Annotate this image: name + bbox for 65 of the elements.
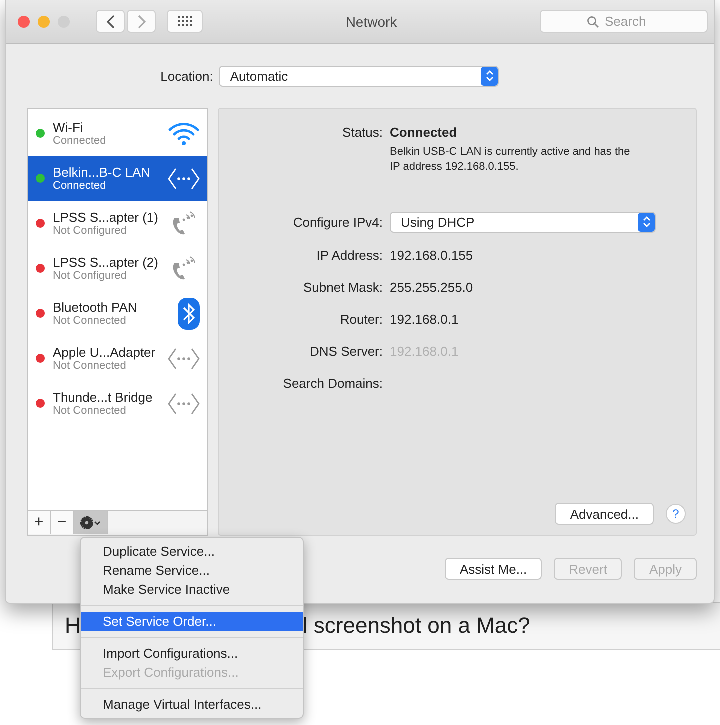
window-title: Network <box>344 14 398 30</box>
service-item[interactable]: LPSS S...apter (1) Not Configured <box>28 201 207 246</box>
advanced-button[interactable]: Advanced... <box>555 503 654 525</box>
status-label: Status: <box>342 125 383 140</box>
menu-item[interactable]: Set Service Order... <box>81 612 303 631</box>
field-label: Router: <box>339 312 383 326</box>
stepper-icon <box>638 212 655 232</box>
headline-text: l screenshot on a Mac? <box>302 613 530 639</box>
chevron-right-icon <box>136 14 146 28</box>
menu-item[interactable]: Rename Service... <box>81 561 303 580</box>
wifi-icon <box>167 120 201 146</box>
configure-select[interactable]: Using DHCP <box>390 212 656 232</box>
action-button[interactable]: Assist Me... <box>444 558 542 580</box>
service-status: Not Connected <box>53 315 128 327</box>
service-item[interactable]: Apple U...Adapter Not Connected <box>28 336 207 381</box>
help-button[interactable]: ? <box>666 504 686 524</box>
menu-item[interactable]: Import Configurations... <box>81 644 303 663</box>
service-status: Not Configured <box>53 225 128 237</box>
field-label: Subnet Mask: <box>302 280 383 294</box>
show-all-button[interactable] <box>167 10 203 33</box>
service-item[interactable]: LPSS S...apter (2) Not Configured <box>28 246 207 291</box>
status-description: Belkin USB-C LAN is currently active and has the IP address 192.168.0.155. <box>390 145 632 175</box>
service-name: Bluetooth PAN <box>53 300 138 315</box>
location-select[interactable]: Automatic <box>219 66 500 86</box>
stepper-icon <box>481 66 498 86</box>
service-name: Wi-Fi <box>53 120 84 135</box>
back-button[interactable] <box>96 10 125 33</box>
field-label: Configure IPv4: <box>292 214 383 230</box>
headline-text: H <box>65 613 81 639</box>
service-name: LPSS S...apter (2) <box>53 255 160 270</box>
service-name: LPSS S...apter (1) <box>53 210 160 225</box>
search-icon <box>587 16 599 28</box>
menu-item[interactable]: Manage Virtual Interfaces... <box>81 695 303 714</box>
location-label: Location: <box>160 68 214 84</box>
add-button[interactable]: + <box>28 511 51 534</box>
service-item[interactable]: Bluetooth PAN Not Connected <box>28 291 207 336</box>
service-item[interactable]: Thunde...t Bridge Not Connected <box>28 381 207 426</box>
field-value: 192.168.0.1 <box>390 312 459 326</box>
gear-icon <box>80 516 102 530</box>
service-status: Not Configured <box>53 270 128 282</box>
field-label: IP Address: <box>316 248 383 262</box>
service-status: Not Connected <box>53 360 128 372</box>
field-value: 255.255.255.0 <box>390 280 474 294</box>
service-status: Not Connected <box>53 405 128 417</box>
field-value: 192.168.0.155 <box>390 248 474 262</box>
search-field[interactable]: Search <box>540 10 708 33</box>
service-item[interactable]: Belkin...B-C LAN Connected <box>28 156 207 201</box>
service-name: Apple U...Adapter <box>53 345 157 360</box>
chevron-left-icon <box>106 14 116 28</box>
status-value: Connected <box>390 125 458 140</box>
gear-menu-button[interactable] <box>74 511 108 534</box>
bluetooth-icon <box>177 298 201 330</box>
service-name: Thunde...t Bridge <box>53 390 154 405</box>
field-label: DNS Server: <box>309 344 383 358</box>
service-status: Connected <box>53 180 108 192</box>
service-name: Belkin...B-C LAN <box>53 165 152 180</box>
menu-item[interactable]: Make Service Inactive <box>81 580 303 599</box>
service-status: Connected <box>53 135 108 147</box>
service-item[interactable]: Wi-Fi Connected <box>28 111 207 156</box>
close-button[interactable] <box>18 16 30 28</box>
menu-item[interactable]: Duplicate Service... <box>81 542 303 561</box>
minimize-button[interactable] <box>38 16 50 28</box>
field-label: Search Domains: <box>282 376 383 390</box>
remove-button[interactable]: − <box>51 511 74 534</box>
grid-icon <box>178 16 192 28</box>
